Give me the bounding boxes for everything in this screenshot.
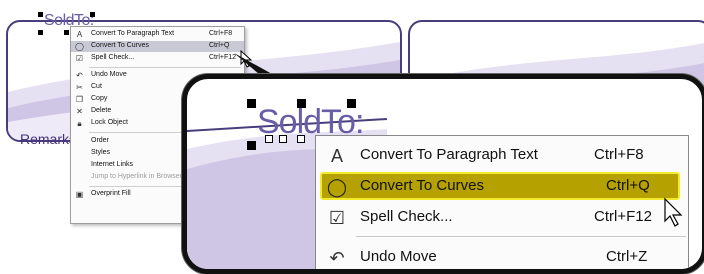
selection-handle[interactable] <box>64 30 69 35</box>
selection-handle[interactable] <box>90 12 95 17</box>
menu-item-convert-paragraph[interactable]: A Convert To Paragraph Text Ctrl+F8 <box>316 140 688 170</box>
paragraph-text-icon: A <box>76 30 83 39</box>
spell-check-icon: ☑ <box>328 208 346 228</box>
selection-handle[interactable] <box>247 141 256 150</box>
remarks-label: Remarks <box>20 131 77 147</box>
menu-separator <box>89 67 241 68</box>
menu-item-undo-move[interactable]: ↶ Undo Move Ctrl+Z <box>316 242 688 269</box>
overprint-icon: ▣ <box>75 190 84 199</box>
selection-handle[interactable] <box>247 99 256 108</box>
curves-icon: ◯ <box>326 177 348 197</box>
copy-icon: ❐ <box>75 95 84 104</box>
selection-handle[interactable] <box>38 12 43 17</box>
menu-item-convert-curves[interactable]: ◯ Convert To Curves Ctrl+Q <box>316 171 688 201</box>
menu-item-spell-check[interactable]: ☑ Spell Check... Ctrl+F12 <box>71 53 244 64</box>
selection-handle[interactable] <box>297 99 306 108</box>
menu-item-convert-paragraph[interactable]: A Convert To Paragraph Text Ctrl+F8 <box>71 29 244 40</box>
node-handle[interactable] <box>279 135 287 143</box>
cut-icon: ✂ <box>76 83 83 92</box>
mouse-cursor-zoomed <box>664 197 683 227</box>
zoom-callout: SoldTo: A Convert To Paragraph Text Ctrl… <box>182 74 704 274</box>
curves-icon: ◯ <box>75 42 84 51</box>
menu-separator <box>356 236 686 237</box>
paragraph-text-icon: A <box>330 146 343 166</box>
spell-check-icon: ☑ <box>75 54 84 63</box>
menu-item-spell-check[interactable]: ☑ Spell Check... Ctrl+F12 <box>316 202 688 232</box>
context-menu-zoomed: A Convert To Paragraph Text Ctrl+F8 ◯ Co… <box>315 135 689 269</box>
undo-icon: ↶ <box>329 248 345 268</box>
delete-icon: ✕ <box>76 107 83 116</box>
node-handle[interactable] <box>265 135 273 143</box>
node-handle[interactable] <box>297 135 305 143</box>
undo-icon: ↶ <box>76 71 83 80</box>
selection-handle[interactable] <box>347 99 356 108</box>
lock-icon: 🔒︎ <box>77 119 82 128</box>
menu-item-convert-curves[interactable]: ◯ Convert To Curves Ctrl+Q <box>71 41 244 52</box>
selection-handle[interactable] <box>38 30 43 35</box>
